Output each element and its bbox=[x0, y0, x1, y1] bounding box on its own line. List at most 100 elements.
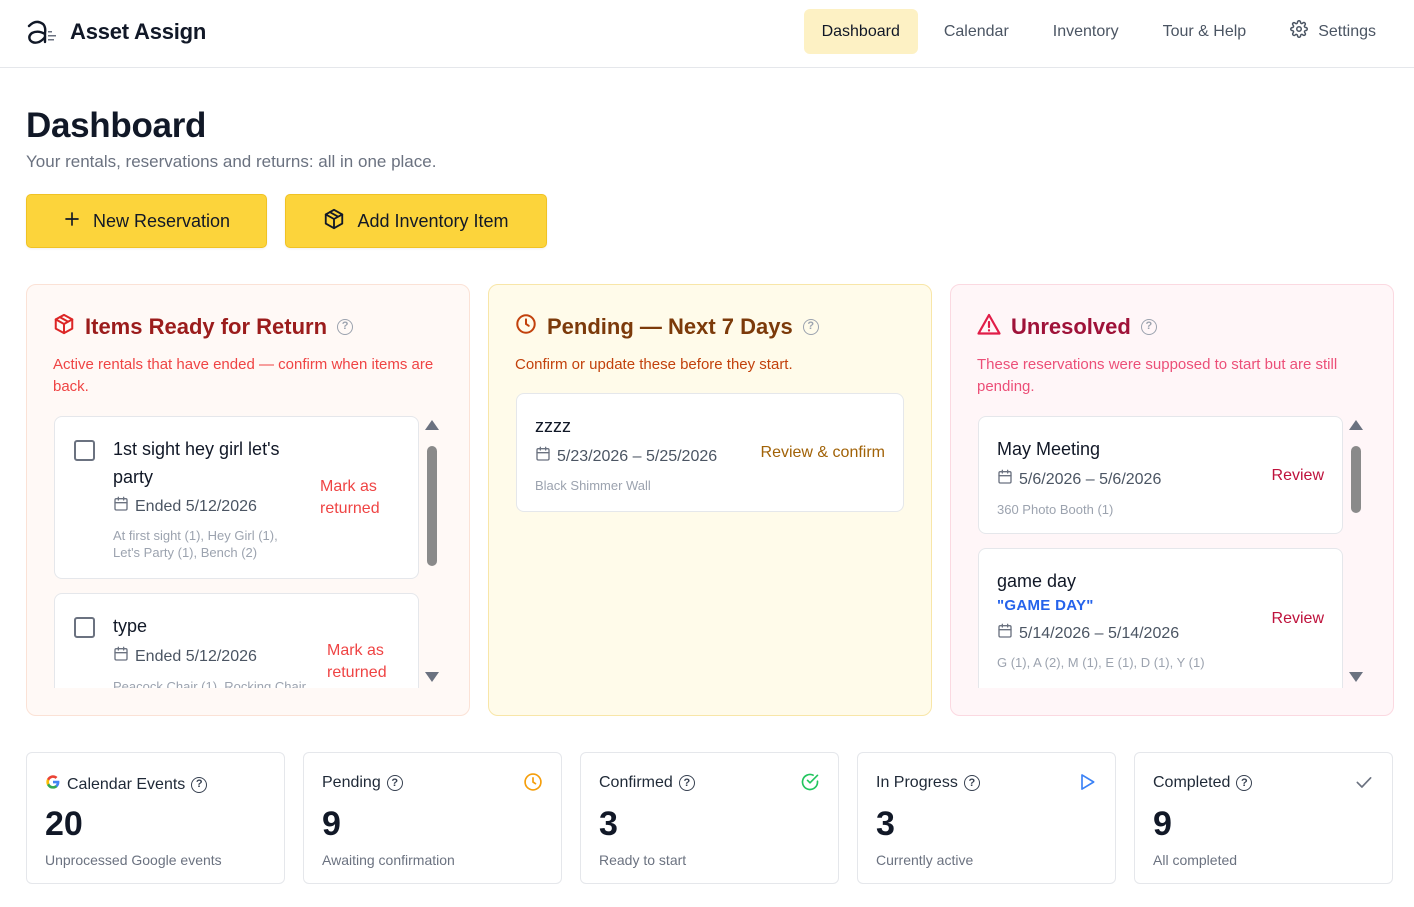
stat-label-text: In Progress bbox=[876, 774, 958, 791]
stat-subtitle: Currently active bbox=[876, 852, 974, 868]
scroll-up-arrow-icon[interactable] bbox=[1349, 420, 1363, 430]
help-icon[interactable]: ? bbox=[386, 775, 403, 791]
google-icon bbox=[45, 774, 61, 795]
review-button[interactable]: Review bbox=[1272, 465, 1324, 487]
warning-icon bbox=[977, 313, 1001, 340]
returns-scrollbar[interactable] bbox=[425, 420, 439, 682]
stat-value: 20 bbox=[45, 805, 83, 843]
nav-tour-help[interactable]: Tour & Help bbox=[1145, 9, 1265, 54]
stat-label: In Progress ? bbox=[876, 774, 980, 792]
calendar-icon bbox=[997, 469, 1013, 490]
reservation-date-text: 5/6/2026 – 5/6/2026 bbox=[1019, 470, 1162, 488]
reservation-title: May Meeting bbox=[997, 439, 1101, 459]
scroll-up-arrow-icon[interactable] bbox=[425, 420, 439, 430]
nav-inventory[interactable]: Inventory bbox=[1035, 9, 1137, 54]
return-checkbox[interactable] bbox=[74, 617, 95, 638]
unresolved-scrollbar[interactable] bbox=[1349, 420, 1363, 682]
stat-value: 3 bbox=[876, 805, 895, 843]
unresolved-list[interactable]: May Meeting 5/6/2026 – 5/6/2026 360 Phot… bbox=[978, 416, 1344, 688]
help-icon[interactable]: ? bbox=[337, 318, 354, 335]
returns-list[interactable]: 1st sight hey girl let's party Ended 5/1… bbox=[54, 416, 420, 688]
review-button[interactable]: Review bbox=[1272, 608, 1324, 630]
stat-label-text: Calendar Events bbox=[67, 775, 186, 793]
add-inventory-label: Add Inventory Item bbox=[357, 210, 509, 231]
returns-panel-header: Items Ready for Return ? bbox=[53, 313, 354, 340]
nav-dashboard[interactable]: Dashboard bbox=[803, 9, 918, 54]
stat-subtitle: All completed bbox=[1153, 852, 1238, 868]
returns-panel-description: Active rentals that have ended — confirm… bbox=[53, 356, 434, 395]
pending-next-7-days-panel: Pending — Next 7 Days ? Confirm or updat… bbox=[488, 284, 932, 716]
reservation-title: 1st sight hey girl let's party bbox=[113, 439, 280, 487]
list-item: May Meeting 5/6/2026 – 5/6/2026 360 Phot… bbox=[978, 416, 1343, 534]
help-icon[interactable]: ? bbox=[1140, 318, 1157, 335]
items-ready-for-return-panel: Items Ready for Return ? Active rentals … bbox=[26, 284, 470, 716]
stat-value: 9 bbox=[1153, 805, 1172, 843]
nav-calendar[interactable]: Calendar bbox=[926, 9, 1027, 54]
reservation-date: Ended 5/12/2026 bbox=[113, 646, 257, 667]
reservation-date-text: Ended 5/12/2026 bbox=[135, 647, 257, 665]
nav-calendar-label: Calendar bbox=[943, 22, 1009, 40]
stat-label-text: Confirmed bbox=[599, 774, 673, 791]
stat-calendar-events[interactable]: Calendar Events ? 20 Unprocessed Google … bbox=[26, 752, 285, 884]
pending-panel-description: Confirm or update these before they star… bbox=[515, 356, 793, 373]
reservation-items: Peacock Chair (1), Rocking Chair bbox=[113, 679, 306, 688]
help-icon[interactable]: ? bbox=[678, 775, 695, 791]
reservation-date-text: 5/23/2026 – 5/25/2026 bbox=[557, 447, 718, 465]
stat-completed[interactable]: Completed ? 9 All completed bbox=[1134, 752, 1393, 884]
brand[interactable]: Asset Assign bbox=[26, 16, 206, 48]
list-item: zzzz 5/23/2026 – 5/25/2026 Black Shimmer… bbox=[516, 393, 904, 512]
calendar-icon bbox=[113, 646, 129, 667]
package-icon bbox=[53, 313, 75, 340]
play-icon bbox=[1077, 772, 1097, 792]
top-navigation-bar: Asset Assign Dashboard Calendar Inventor… bbox=[0, 0, 1414, 68]
return-checkbox[interactable] bbox=[74, 440, 95, 461]
reservation-date: 5/23/2026 – 5/25/2026 bbox=[535, 446, 717, 467]
pending-panel-header: Pending — Next 7 Days ? bbox=[515, 313, 819, 340]
check-circle-icon bbox=[800, 772, 820, 792]
page-subtitle: Your rentals, reservations and returns: … bbox=[26, 152, 437, 171]
new-reservation-button[interactable]: New Reservation bbox=[26, 194, 267, 248]
package-icon bbox=[323, 208, 345, 235]
main-nav: Dashboard Calendar Inventory Tour & Help… bbox=[796, 9, 1394, 54]
scroll-thumb[interactable] bbox=[427, 446, 437, 566]
reservation-date: 5/14/2026 – 5/14/2026 bbox=[997, 623, 1179, 644]
unresolved-panel-header: Unresolved ? bbox=[977, 313, 1157, 340]
help-icon[interactable]: ? bbox=[802, 318, 819, 335]
reservation-items: G (1), A (2), M (1), E (1), D (1), Y (1) bbox=[997, 655, 1205, 670]
nav-settings-label: Settings bbox=[1318, 22, 1376, 40]
reservation-date-text: Ended 5/12/2026 bbox=[135, 497, 257, 515]
reservation-title: zzzz bbox=[535, 416, 571, 436]
clock-icon bbox=[523, 772, 543, 792]
stat-label: Completed ? bbox=[1153, 774, 1253, 792]
stat-subtitle: Ready to start bbox=[599, 852, 687, 868]
new-reservation-label: New Reservation bbox=[92, 210, 231, 231]
scroll-thumb[interactable] bbox=[1351, 446, 1361, 513]
nav-settings[interactable]: Settings bbox=[1272, 9, 1394, 54]
pending-panel-title: Pending — Next 7 Days bbox=[547, 313, 793, 339]
reservation-items: At first sight (1), Hey Girl (1), Let's … bbox=[113, 528, 278, 560]
scroll-down-arrow-icon[interactable] bbox=[1349, 672, 1363, 682]
review-confirm-button[interactable]: Review & confirm bbox=[761, 442, 885, 464]
unresolved-panel-title: Unresolved bbox=[1011, 313, 1131, 339]
nav-tour-help-label: Tour & Help bbox=[1162, 22, 1247, 40]
add-inventory-button[interactable]: Add Inventory Item bbox=[285, 194, 547, 248]
help-icon[interactable]: ? bbox=[1236, 775, 1253, 791]
help-icon[interactable]: ? bbox=[963, 775, 980, 791]
logo-icon bbox=[26, 18, 62, 46]
stat-pending[interactable]: Pending ? 9 Awaiting confirmation bbox=[303, 752, 562, 884]
scroll-down-arrow-icon[interactable] bbox=[425, 672, 439, 682]
stat-label-text: Pending bbox=[322, 774, 381, 791]
reservation-items: 360 Photo Booth (1) bbox=[997, 502, 1114, 517]
stat-label: Confirmed ? bbox=[599, 774, 695, 792]
app-title: Asset Assign bbox=[70, 19, 207, 44]
stat-label: Calendar Events ? bbox=[45, 774, 208, 795]
stat-in-progress[interactable]: In Progress ? 3 Currently active bbox=[857, 752, 1116, 884]
mark-as-returned-button[interactable]: Mark as returned bbox=[327, 640, 402, 684]
help-icon[interactable]: ? bbox=[191, 776, 208, 793]
mark-as-returned-button[interactable]: Mark as returned bbox=[320, 476, 400, 520]
calendar-icon bbox=[997, 623, 1013, 644]
stat-label: Pending ? bbox=[322, 774, 403, 792]
stat-confirmed[interactable]: Confirmed ? 3 Ready to start bbox=[580, 752, 839, 884]
unresolved-panel: Unresolved ? These reservations were sup… bbox=[950, 284, 1394, 716]
plus-icon bbox=[63, 210, 81, 233]
